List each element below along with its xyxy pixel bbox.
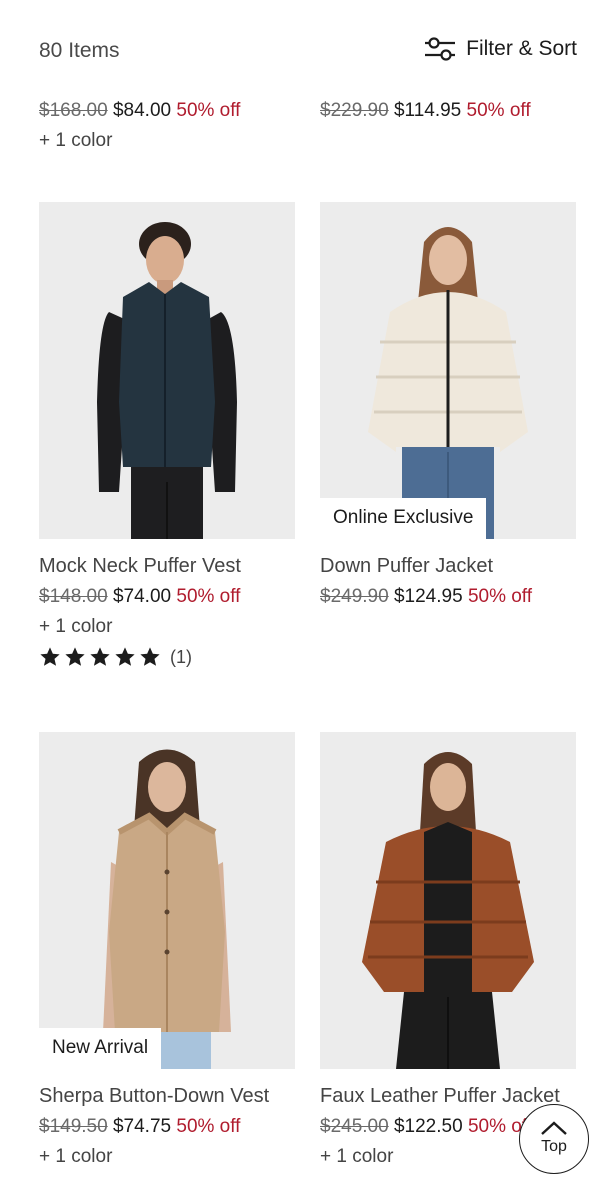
price-row: $168.00 $84.00 50% off — [39, 96, 240, 126]
original-price: $245.00 — [320, 1116, 389, 1137]
product-name[interactable]: Down Puffer Jacket — [320, 551, 576, 582]
original-price: $229.90 — [320, 100, 389, 121]
product-card[interactable]: Faux Leather Puffer Jacket $245.00 $122.… — [320, 732, 576, 1172]
original-price: $168.00 — [39, 100, 108, 121]
more-colors-link[interactable]: + 1 color — [39, 1142, 295, 1172]
discount-label: 50% off — [176, 1116, 241, 1137]
sale-price: $124.95 — [393, 586, 463, 607]
product-card[interactable]: Mock Neck Puffer Vest $148.00 $74.00 50%… — [39, 202, 295, 668]
discount-label: 50% off — [176, 100, 241, 121]
sliders-icon — [425, 37, 456, 61]
review-count: (1) — [170, 646, 192, 667]
product-name[interactable]: Mock Neck Puffer Vest — [39, 551, 295, 582]
item-count: 80 Items — [39, 39, 120, 62]
leather-jacket-model-image — [320, 732, 576, 1069]
price-row: $149.50 $74.75 50% off — [39, 1112, 295, 1142]
product-badge: New Arrival — [39, 1028, 162, 1069]
original-price: $249.90 — [320, 586, 389, 607]
star-icon — [90, 647, 110, 666]
toolbar: 80 Items Filter & Sort — [0, 0, 615, 80]
discount-label: 50% off — [466, 100, 531, 121]
sale-price: $74.00 — [112, 586, 172, 607]
discount-label: 50% off — [467, 586, 533, 607]
sale-price: $122.50 — [393, 1116, 463, 1137]
product-image[interactable] — [39, 202, 295, 539]
vest-model-image — [39, 202, 295, 539]
product-badge: Online Exclusive — [320, 498, 487, 539]
product-image[interactable]: Online Exclusive — [320, 202, 576, 539]
sale-price: $114.95 — [393, 100, 462, 121]
product-card-partial: $229.90 $114.95 50% off — [320, 96, 531, 126]
back-to-top-label: Top — [541, 1138, 567, 1155]
star-icon — [140, 647, 160, 666]
star-icon — [40, 647, 60, 666]
more-colors-link[interactable]: + 1 color — [39, 126, 240, 156]
original-price: $149.50 — [39, 1116, 108, 1137]
product-card[interactable]: New Arrival Sherpa Button-Down Vest $149… — [39, 732, 295, 1172]
more-colors-link[interactable]: + 1 color — [39, 612, 295, 642]
star-icon — [65, 647, 85, 666]
sherpa-vest-model-image — [39, 732, 295, 1069]
product-card-partial: $168.00 $84.00 50% off + 1 color — [39, 96, 240, 156]
product-image[interactable] — [320, 732, 576, 1069]
price-row: $229.90 $114.95 50% off — [320, 96, 531, 126]
back-to-top-button[interactable]: Top — [519, 1104, 589, 1174]
filter-sort-button[interactable]: Filter & Sort — [424, 36, 577, 62]
price-row: $148.00 $74.00 50% off — [39, 582, 295, 612]
chevron-up-icon — [541, 1121, 567, 1135]
jacket-model-image — [320, 202, 576, 539]
product-name[interactable]: Sherpa Button-Down Vest — [39, 1081, 295, 1112]
product-card[interactable]: Online Exclusive Down Puffer Jacket $249… — [320, 202, 576, 612]
sale-price: $84.00 — [112, 100, 172, 121]
original-price: $148.00 — [39, 586, 108, 607]
sale-price: $74.75 — [112, 1116, 172, 1137]
rating[interactable]: (1) — [39, 646, 295, 668]
star-icon — [115, 647, 135, 666]
price-row: $249.90 $124.95 50% off — [320, 582, 576, 612]
product-image[interactable]: New Arrival — [39, 732, 295, 1069]
discount-label: 50% off — [176, 586, 241, 607]
filter-sort-label: Filter & Sort — [466, 37, 577, 60]
